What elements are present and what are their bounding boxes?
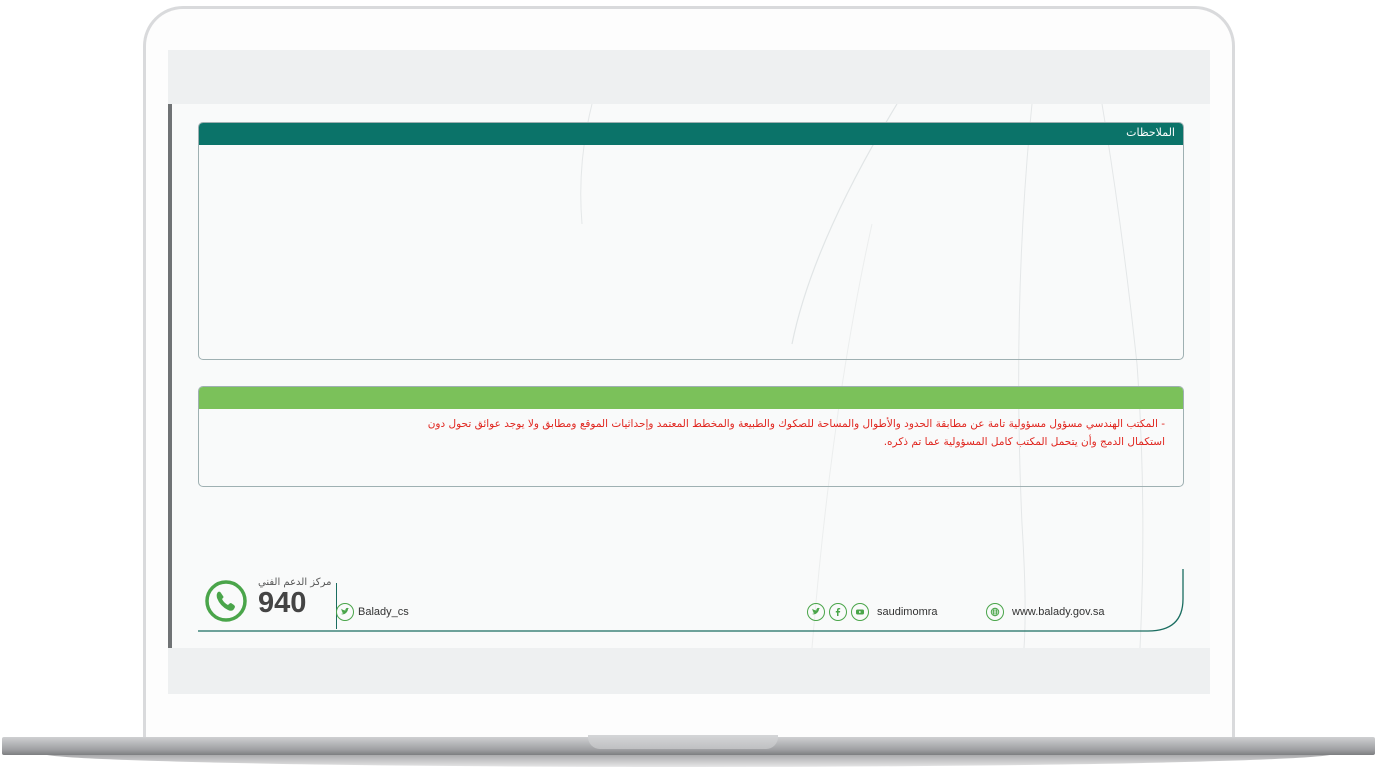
twitter-link[interactable]: Balady_cs <box>336 603 409 621</box>
globe-icon <box>986 603 1004 621</box>
laptop-base-lip <box>40 753 1337 767</box>
footer: مركز الدعم الفني 940 Balady_cs saudimomr… <box>198 569 1184 639</box>
laptop-base <box>0 733 1377 773</box>
website-url: www.balady.gov.sa <box>1012 606 1105 618</box>
twitter-icon[interactable] <box>807 603 825 621</box>
top-strip <box>168 50 1210 104</box>
laptop-notch <box>588 735 778 749</box>
twitter-icon <box>336 603 354 621</box>
document-page: الملاحظات - المكتب الهندسي مسؤول مسؤولية… <box>168 104 1210 648</box>
notes-panel: الملاحظات <box>198 122 1184 360</box>
twitter-handle: Balady_cs <box>358 606 409 618</box>
social-links: saudimomra <box>807 603 938 621</box>
facebook-icon[interactable] <box>829 603 847 621</box>
disclaimer-header <box>199 387 1183 409</box>
bottom-strip <box>168 648 1210 694</box>
screen: الملاحظات - المكتب الهندسي مسؤول مسؤولية… <box>168 50 1210 694</box>
disclaimer-line-2: استكمال الدمج وأن يتحمل المكتب كامل المس… <box>883 436 1165 448</box>
notes-header: الملاحظات <box>199 123 1183 145</box>
website-link[interactable]: www.balady.gov.sa <box>986 603 1105 621</box>
disclaimer-text: - المكتب الهندسي مسؤول مسؤولية تامة عن م… <box>199 409 1183 451</box>
disclaimer-line-1: - المكتب الهندسي مسؤول مسؤولية تامة عن م… <box>427 418 1165 430</box>
disclaimer-panel: - المكتب الهندسي مسؤول مسؤولية تامة عن م… <box>198 386 1184 487</box>
phone-icon <box>205 580 247 622</box>
social-handle[interactable]: saudimomra <box>877 606 938 618</box>
support-number: 940 <box>258 587 307 619</box>
youtube-icon[interactable] <box>851 603 869 621</box>
